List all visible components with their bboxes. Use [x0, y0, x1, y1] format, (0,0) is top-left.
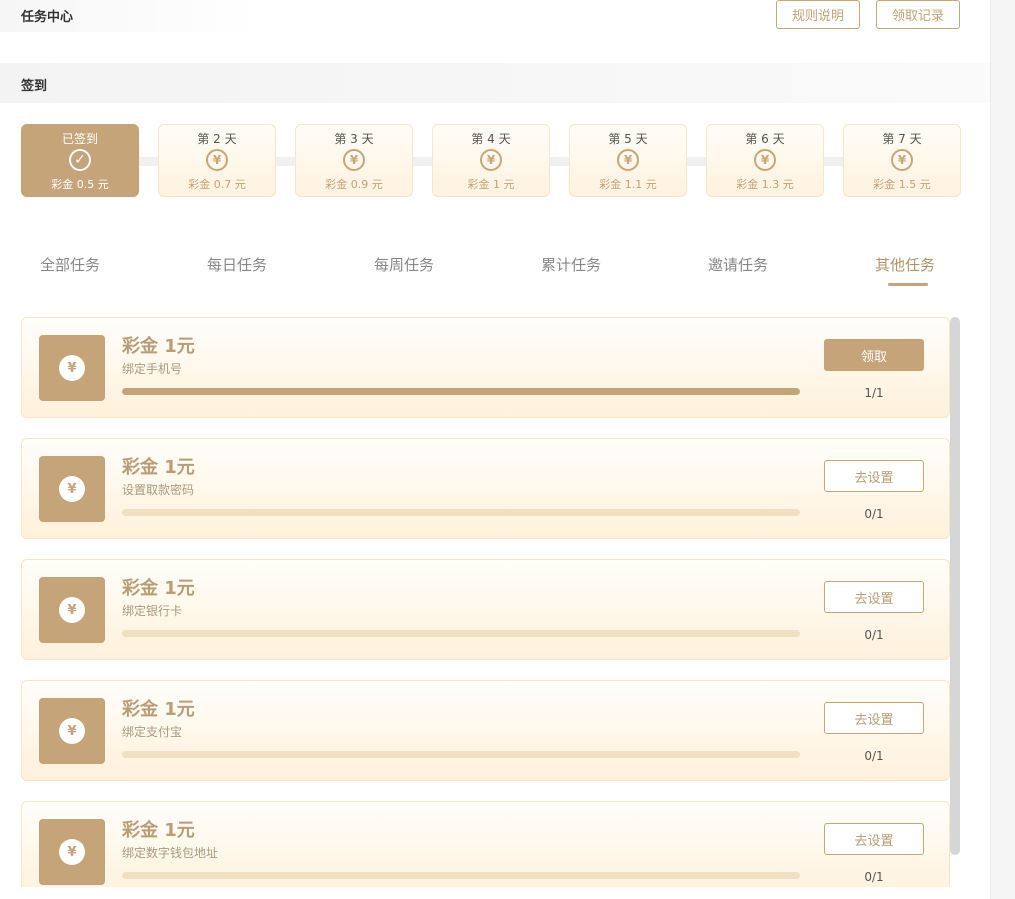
task-reward-amount: 彩金 1元 — [122, 336, 195, 357]
checkin-day-amount: 彩金 1.3 元 — [736, 178, 794, 191]
task-description: 绑定支付宝 — [122, 725, 183, 739]
checkin-day-title: 第 4 天 — [471, 132, 511, 146]
task-card: ¥ 彩金 1元绑定支付宝 去设置 0/1 — [21, 680, 950, 781]
checkin-day-title: 第 2 天 — [197, 132, 237, 146]
task-progress-text: 0/1 — [864, 628, 884, 642]
task-reward-amount: 彩金 1元 — [122, 578, 195, 599]
checkin-day-title: 第 5 天 — [608, 132, 648, 146]
task-progress-bar — [122, 388, 800, 395]
tab-3[interactable]: 每周任务 — [374, 254, 434, 275]
task-icon-tile: ¥ — [39, 577, 105, 643]
checkin-day-amount: 彩金 1.5 元 — [873, 178, 931, 191]
task-icon-tile: ¥ — [39, 456, 105, 522]
go-setup-button[interactable]: 去设置 — [824, 460, 924, 492]
checkin-day-3[interactable]: 第 3 天 ¥ 彩金 0.9 元 — [295, 124, 413, 197]
yen-coin-icon: ¥ — [59, 839, 85, 865]
task-tabs: 全部任务 每日任务 每周任务 累计任务 邀请任务 其他任务 — [0, 240, 990, 290]
claim-button[interactable]: 领取 — [824, 339, 924, 371]
task-progress-text: 1/1 — [864, 386, 884, 400]
yen-coin-icon: ¥ — [206, 149, 228, 171]
task-reward-amount: 彩金 1元 — [122, 820, 195, 841]
task-description: 设置取款密码 — [122, 483, 195, 497]
yen-coin-icon: ¥ — [59, 597, 85, 623]
checkin-section-bar: 签到 — [0, 63, 990, 103]
task-icon-tile: ¥ — [39, 335, 105, 401]
yen-coin-icon: ¥ — [59, 476, 85, 502]
task-description: 绑定数字钱包地址 — [122, 846, 219, 860]
checkin-day-5[interactable]: 第 5 天 ¥ 彩金 1.1 元 — [569, 124, 687, 197]
task-progress-bar — [122, 751, 800, 758]
go-setup-button[interactable]: 去设置 — [824, 581, 924, 613]
page-title: 任务中心 — [21, 10, 74, 25]
go-setup-button[interactable]: 去设置 — [824, 702, 924, 734]
yen-coin-icon: ¥ — [59, 355, 85, 381]
active-tab-underline — [888, 283, 928, 286]
yen-coin-icon: ¥ — [480, 149, 502, 171]
task-icon-tile: ¥ — [39, 698, 105, 764]
tab-5[interactable]: 邀请任务 — [708, 254, 768, 275]
checkin-day-2[interactable]: 第 2 天 ¥ 彩金 0.7 元 — [158, 124, 276, 197]
task-card: ¥ 彩金 1元绑定数字钱包地址 去设置 0/1 — [21, 801, 950, 887]
checkin-day-1[interactable]: 已签到 ✓ 彩金 0.5 元 — [21, 124, 139, 197]
task-progress-text: 0/1 — [864, 870, 884, 884]
checkin-day-amount: 彩金 0.9 元 — [325, 178, 383, 191]
right-gutter — [990, 0, 1015, 899]
task-card: ¥ 彩金 1元设置取款密码 去设置 0/1 — [21, 438, 950, 539]
checkin-day-title: 第 6 天 — [745, 132, 785, 146]
task-description: 绑定银行卡 — [122, 604, 183, 618]
checkin-day-7[interactable]: 第 7 天 ¥ 彩金 1.5 元 — [843, 124, 961, 197]
yen-coin-icon: ¥ — [754, 149, 776, 171]
task-progress-fill — [122, 388, 800, 395]
task-description: 绑定手机号 — [122, 362, 183, 376]
checkin-day-amount: 彩金 0.5 元 — [51, 178, 109, 191]
yen-coin-icon: ¥ — [59, 718, 85, 744]
task-icon-tile: ¥ — [39, 819, 105, 885]
task-progress-text: 0/1 — [864, 507, 884, 521]
checkin-day-title: 第 3 天 — [334, 132, 374, 146]
checkin-section-label: 签到 — [21, 79, 48, 94]
checkin-day-amount: 彩金 1 元 — [467, 178, 515, 191]
checkin-day-amount: 彩金 0.7 元 — [188, 178, 246, 191]
tab-6[interactable]: 其他任务 — [875, 254, 935, 275]
task-list: ¥ 彩金 1元 绑定手机号 领取 1/1 ¥ 彩金 1元 设置取款密码 去设置 0/1 ¥ 彩金 1元… — [21, 317, 951, 887]
tab-1[interactable]: 全部任务 — [40, 254, 100, 275]
yen-coin-icon: ¥ — [891, 149, 913, 171]
checkin-day-amount: 彩金 1.1 元 — [599, 178, 657, 191]
tab-4[interactable]: 累计任务 — [541, 254, 601, 275]
yen-coin-icon: ¥ — [343, 149, 365, 171]
task-progress-bar — [122, 872, 800, 879]
task-progress-bar — [122, 509, 800, 516]
task-progress-text: 0/1 — [864, 749, 884, 763]
rules-button[interactable]: 规则说明 — [776, 0, 860, 29]
checkin-row: 已签到 ✓ 彩金 0.5 元 第 2 天 ¥ 彩金 0.7 元 第 3 天 ¥ 彩金 0.9 元… — [21, 124, 961, 197]
task-list-scrollbar[interactable] — [950, 317, 960, 855]
page-header: 任务中心 规则说明 领取记录 — [0, 0, 990, 32]
task-reward-amount: 彩金 1元 — [122, 699, 195, 720]
checkin-day-title: 第 7 天 — [882, 132, 922, 146]
checkin-day-6[interactable]: 第 6 天 ¥ 彩金 1.3 元 — [706, 124, 824, 197]
tab-2[interactable]: 每日任务 — [207, 254, 267, 275]
task-card: ¥ 彩金 1元绑定手机号 领取 1/1 — [21, 317, 950, 418]
task-progress-bar — [122, 630, 800, 637]
records-button[interactable]: 领取记录 — [876, 0, 960, 29]
checkin-day-4[interactable]: 第 4 天 ¥ 彩金 1 元 — [432, 124, 550, 197]
yen-coin-icon: ¥ — [617, 149, 639, 171]
go-setup-button[interactable]: 去设置 — [824, 823, 924, 855]
task-card: ¥ 彩金 1元绑定银行卡 去设置 0/1 — [21, 559, 950, 660]
checkin-day-title: 已签到 — [61, 132, 98, 146]
check-circle-icon: ✓ — [69, 149, 91, 171]
task-reward-amount: 彩金 1元 — [122, 457, 195, 478]
